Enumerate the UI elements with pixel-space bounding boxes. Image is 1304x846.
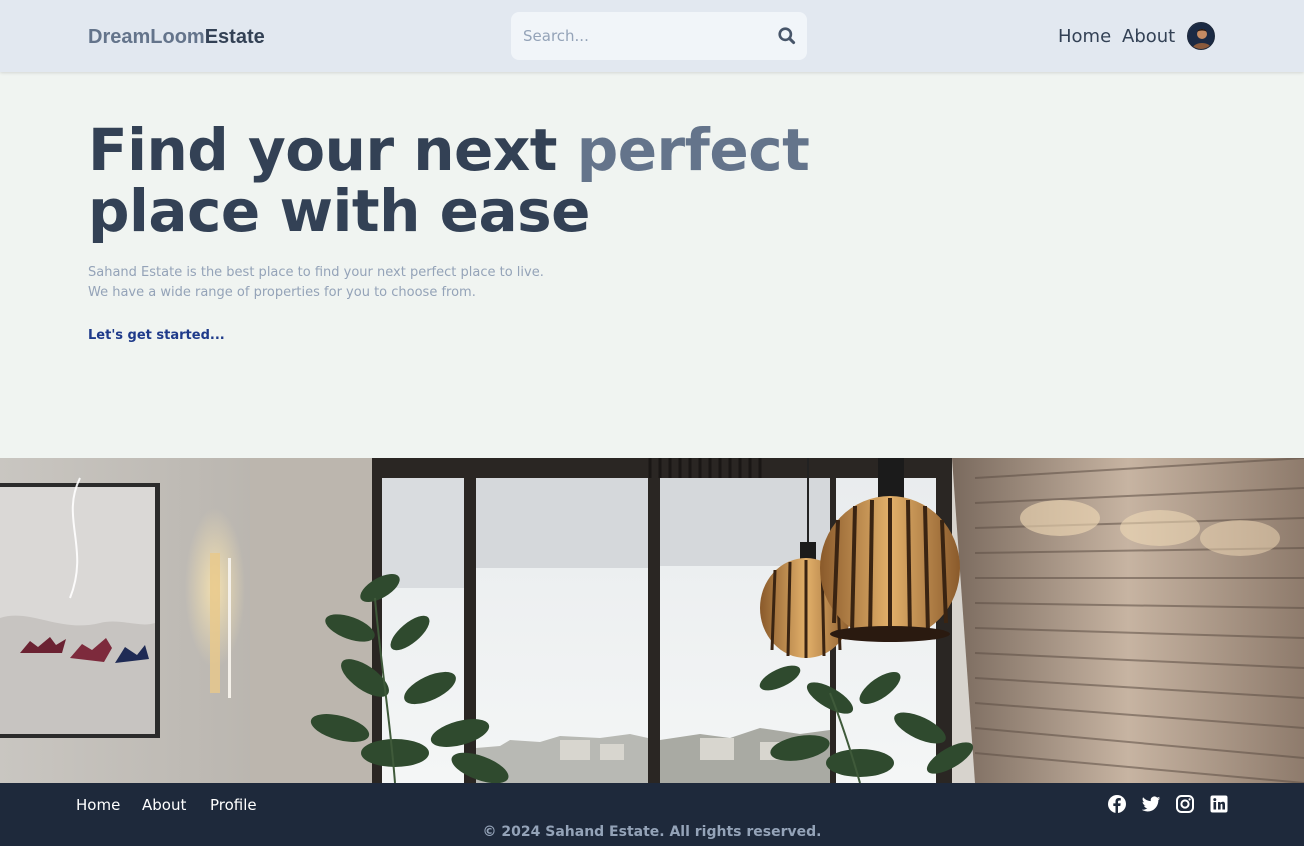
logo-part-dreamloom: DreamLoom [88,26,205,48]
logo-part-estate: Estate [204,26,265,48]
footer-profile-link[interactable]: Profile [210,794,257,816]
nav-home-link[interactable]: Home [1058,24,1111,50]
hero-title-part2: place with ease [88,177,590,245]
hero-desc-line2: We have a wide range of properties for y… [88,285,476,300]
hero-title-accent: perfect [576,116,810,184]
hero-description: Sahand Estate is the best place to find … [88,263,648,303]
search-form [511,12,807,60]
hero-interior-image [0,458,1304,783]
search-input[interactable] [511,12,771,60]
hero-title-part1: Find your next [88,116,577,184]
twitter-icon[interactable] [1141,794,1161,814]
footer-about-link[interactable]: About [142,794,186,816]
get-started-link[interactable]: Let's get started... [88,327,225,345]
instagram-icon[interactable] [1175,794,1195,814]
search-icon[interactable] [777,26,797,46]
linkedin-icon[interactable] [1209,794,1229,814]
footer-home-link[interactable]: Home [76,794,120,816]
hero-title: Find your next perfect place with ease [88,120,848,242]
top-navbar: DreamLoomEstate Home About [0,0,1304,72]
facebook-icon[interactable] [1107,794,1127,814]
hero-desc-line1: Sahand Estate is the best place to find … [88,265,544,280]
site-footer: Home About Profile © 2024 Sahand Estate.… [0,783,1304,846]
copyright-text: © 2024 Sahand Estate. All rights reserve… [482,824,822,840]
nav-about-link[interactable]: About [1122,24,1175,50]
site-logo[interactable]: DreamLoomEstate [88,24,265,50]
user-avatar[interactable] [1187,22,1215,50]
